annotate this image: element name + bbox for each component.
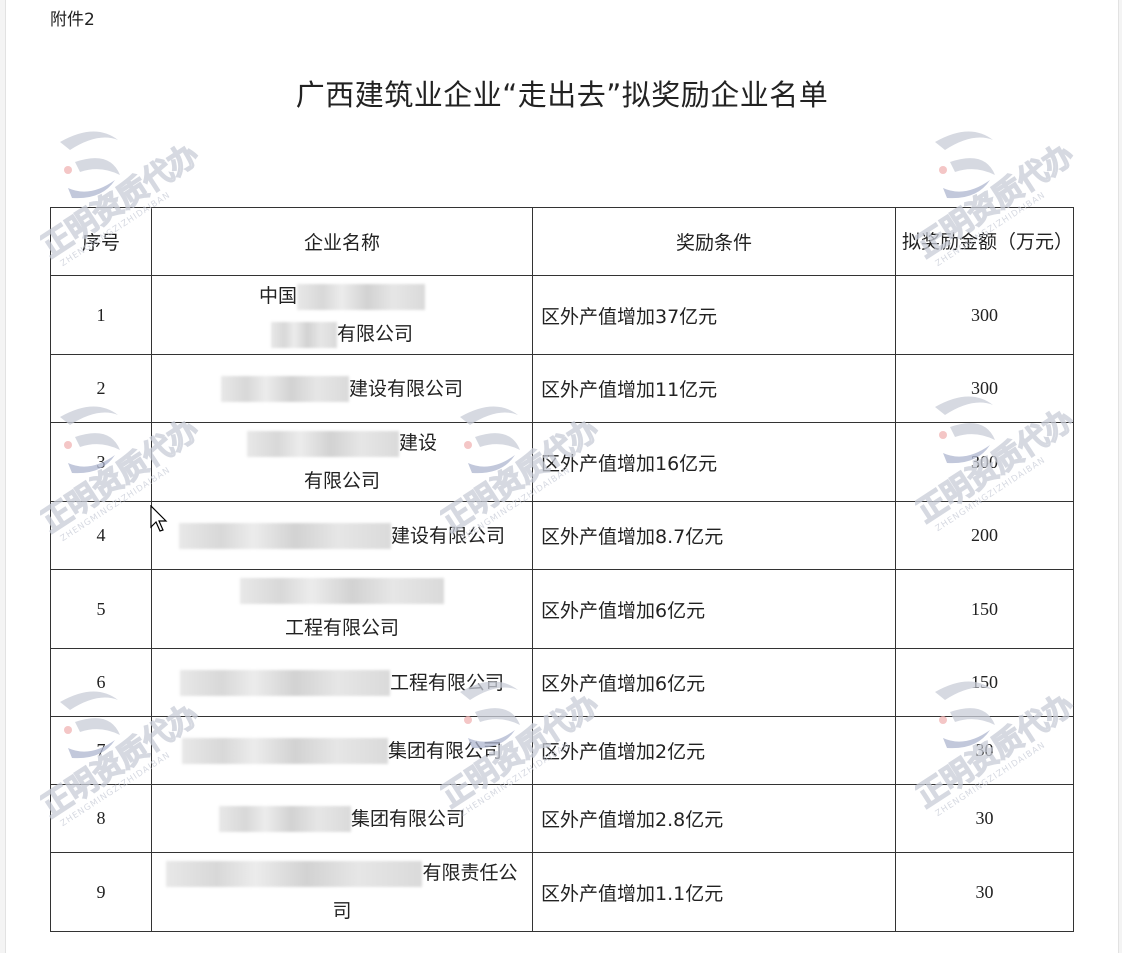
award-condition: 区外产值增加8.7亿元 <box>532 501 896 570</box>
company-name-line: 建设 <box>152 424 532 462</box>
redacted-text <box>166 860 423 887</box>
header-no: 序号 <box>50 207 152 276</box>
table-body: 1 中国 有限公司 区外产值增加37亿元 300 2 建设有限公司 区外产值增加11亿元 300… <box>50 275 1074 932</box>
company-name-text: 集团有限公司 <box>350 807 465 830</box>
award-amount: 150 <box>895 648 1074 717</box>
company-name-text: 工程有限公司 <box>389 671 504 694</box>
company-name-cell: 建设有限公司 <box>151 354 533 423</box>
redacted-text <box>220 376 349 402</box>
document-page: 附件2 广西建筑业企业“走出去”拟奖励企业名单 序号 企业名称 奖励条件 拟奖励… <box>5 0 1119 953</box>
award-condition: 区外产值增加37亿元 <box>532 275 896 355</box>
award-condition: 区外产值增加11亿元 <box>532 354 896 423</box>
award-amount: 150 <box>895 569 1074 649</box>
row-number: 3 <box>50 422 152 502</box>
attachment-label: 附件2 <box>50 10 95 30</box>
table-row: 4 建设有限公司 区外产值增加8.7亿元 200 <box>50 501 1074 570</box>
row-number: 2 <box>50 354 152 423</box>
table-header-row: 序号 企业名称 奖励条件 拟奖励金额（万元） <box>50 207 1074 276</box>
award-condition: 区外产值增加2.8亿元 <box>532 784 896 853</box>
company-name-cell: 建设有限公司 <box>151 422 533 502</box>
redacted-text <box>297 283 425 310</box>
redacted-text <box>181 738 388 764</box>
company-name-text: 工程有限公司 <box>284 617 399 639</box>
company-name-text: 有限责任公 <box>422 862 518 884</box>
award-condition: 区外产值增加6亿元 <box>532 648 896 717</box>
document-title: 广西建筑业企业“走出去”拟奖励企业名单 <box>295 78 829 112</box>
header-condition: 奖励条件 <box>532 207 896 276</box>
table-row: 7 集团有限公司 区外产值增加2亿元 30 <box>50 716 1074 785</box>
mouse-cursor-icon <box>150 505 168 532</box>
redacted-text <box>178 523 391 549</box>
company-name-cell: 有限责任公司 <box>151 852 533 932</box>
redacted-text <box>179 670 390 696</box>
company-name-text: 建设有限公司 <box>348 377 463 400</box>
table-row: 5 工程有限公司 区外产值增加6亿元 150 <box>50 569 1074 649</box>
award-condition: 区外产值增加16亿元 <box>532 422 896 502</box>
company-name-cell: 建设有限公司 <box>151 501 533 570</box>
company-name-line: 建设有限公司 <box>152 514 532 558</box>
award-amount: 300 <box>895 354 1074 423</box>
table-row: 2 建设有限公司 区外产值增加11亿元 300 <box>50 354 1074 423</box>
redacted-text <box>218 806 351 832</box>
header-amount: 拟奖励金额（万元） <box>895 207 1074 276</box>
company-name-text: 中国 <box>258 285 297 307</box>
company-name-line: 中国 <box>152 277 532 315</box>
row-number: 7 <box>50 716 152 785</box>
company-name-line: 集团有限公司 <box>152 797 532 841</box>
award-condition: 区外产值增加2亿元 <box>532 716 896 785</box>
row-number: 9 <box>50 852 152 932</box>
award-condition: 区外产值增加6亿元 <box>532 569 896 649</box>
award-amount: 300 <box>895 275 1074 355</box>
award-amount: 30 <box>895 716 1074 785</box>
redacted-text <box>240 577 444 604</box>
company-name-line: 建设有限公司 <box>152 367 532 411</box>
award-amount: 30 <box>895 852 1074 932</box>
company-name-text: 司 <box>332 900 352 922</box>
row-number: 1 <box>50 275 152 355</box>
company-name-cell: 工程有限公司 <box>151 648 533 717</box>
company-name-cell: 工程有限公司 <box>151 569 533 649</box>
company-name-cell: 集团有限公司 <box>151 716 533 785</box>
award-condition: 区外产值增加1.1亿元 <box>532 852 896 932</box>
row-number: 8 <box>50 784 152 853</box>
table-row: 9 有限责任公司区外产值增加1.1亿元 30 <box>50 852 1074 932</box>
company-name-line: 工程有限公司 <box>152 609 532 647</box>
company-name-cell: 中国有限公司 <box>151 275 533 355</box>
table-row: 8 集团有限公司 区外产值增加2.8亿元 30 <box>50 784 1074 853</box>
company-name-text: 有限公司 <box>303 470 380 492</box>
redacted-text <box>270 321 337 348</box>
row-number: 4 <box>50 501 152 570</box>
award-amount: 30 <box>895 784 1074 853</box>
award-amount: 200 <box>895 501 1074 570</box>
company-name-line: 有限公司 <box>152 462 532 500</box>
company-name-line: 工程有限公司 <box>152 661 532 705</box>
company-name-line: 集团有限公司 <box>152 729 532 773</box>
company-name-line <box>152 571 532 609</box>
award-table: 序号 企业名称 奖励条件 拟奖励金额（万元） 1 中国 有限公司 区外产值增加37亿元… <box>50 207 1074 932</box>
header-name: 企业名称 <box>151 207 533 276</box>
award-amount: 300 <box>895 422 1074 502</box>
company-name-line: 有限责任公 <box>152 854 532 892</box>
redacted-text <box>246 430 399 457</box>
table-row: 6 工程有限公司 区外产值增加6亿元 150 <box>50 648 1074 717</box>
company-name-text: 建设有限公司 <box>390 524 505 547</box>
table-row: 1 中国 有限公司 区外产值增加37亿元 300 <box>50 275 1074 355</box>
table-row: 3 建设 有限公司 区外产值增加16亿元 300 <box>50 422 1074 502</box>
company-name-text: 集团有限公司 <box>387 739 502 762</box>
row-number: 5 <box>50 569 152 649</box>
company-name-text: 建设 <box>398 432 437 454</box>
row-number: 6 <box>50 648 152 717</box>
company-name-line: 司 <box>152 892 532 930</box>
company-name-text: 有限公司 <box>336 323 413 345</box>
company-name-line: 有限公司 <box>152 315 532 353</box>
company-name-cell: 集团有限公司 <box>151 784 533 853</box>
